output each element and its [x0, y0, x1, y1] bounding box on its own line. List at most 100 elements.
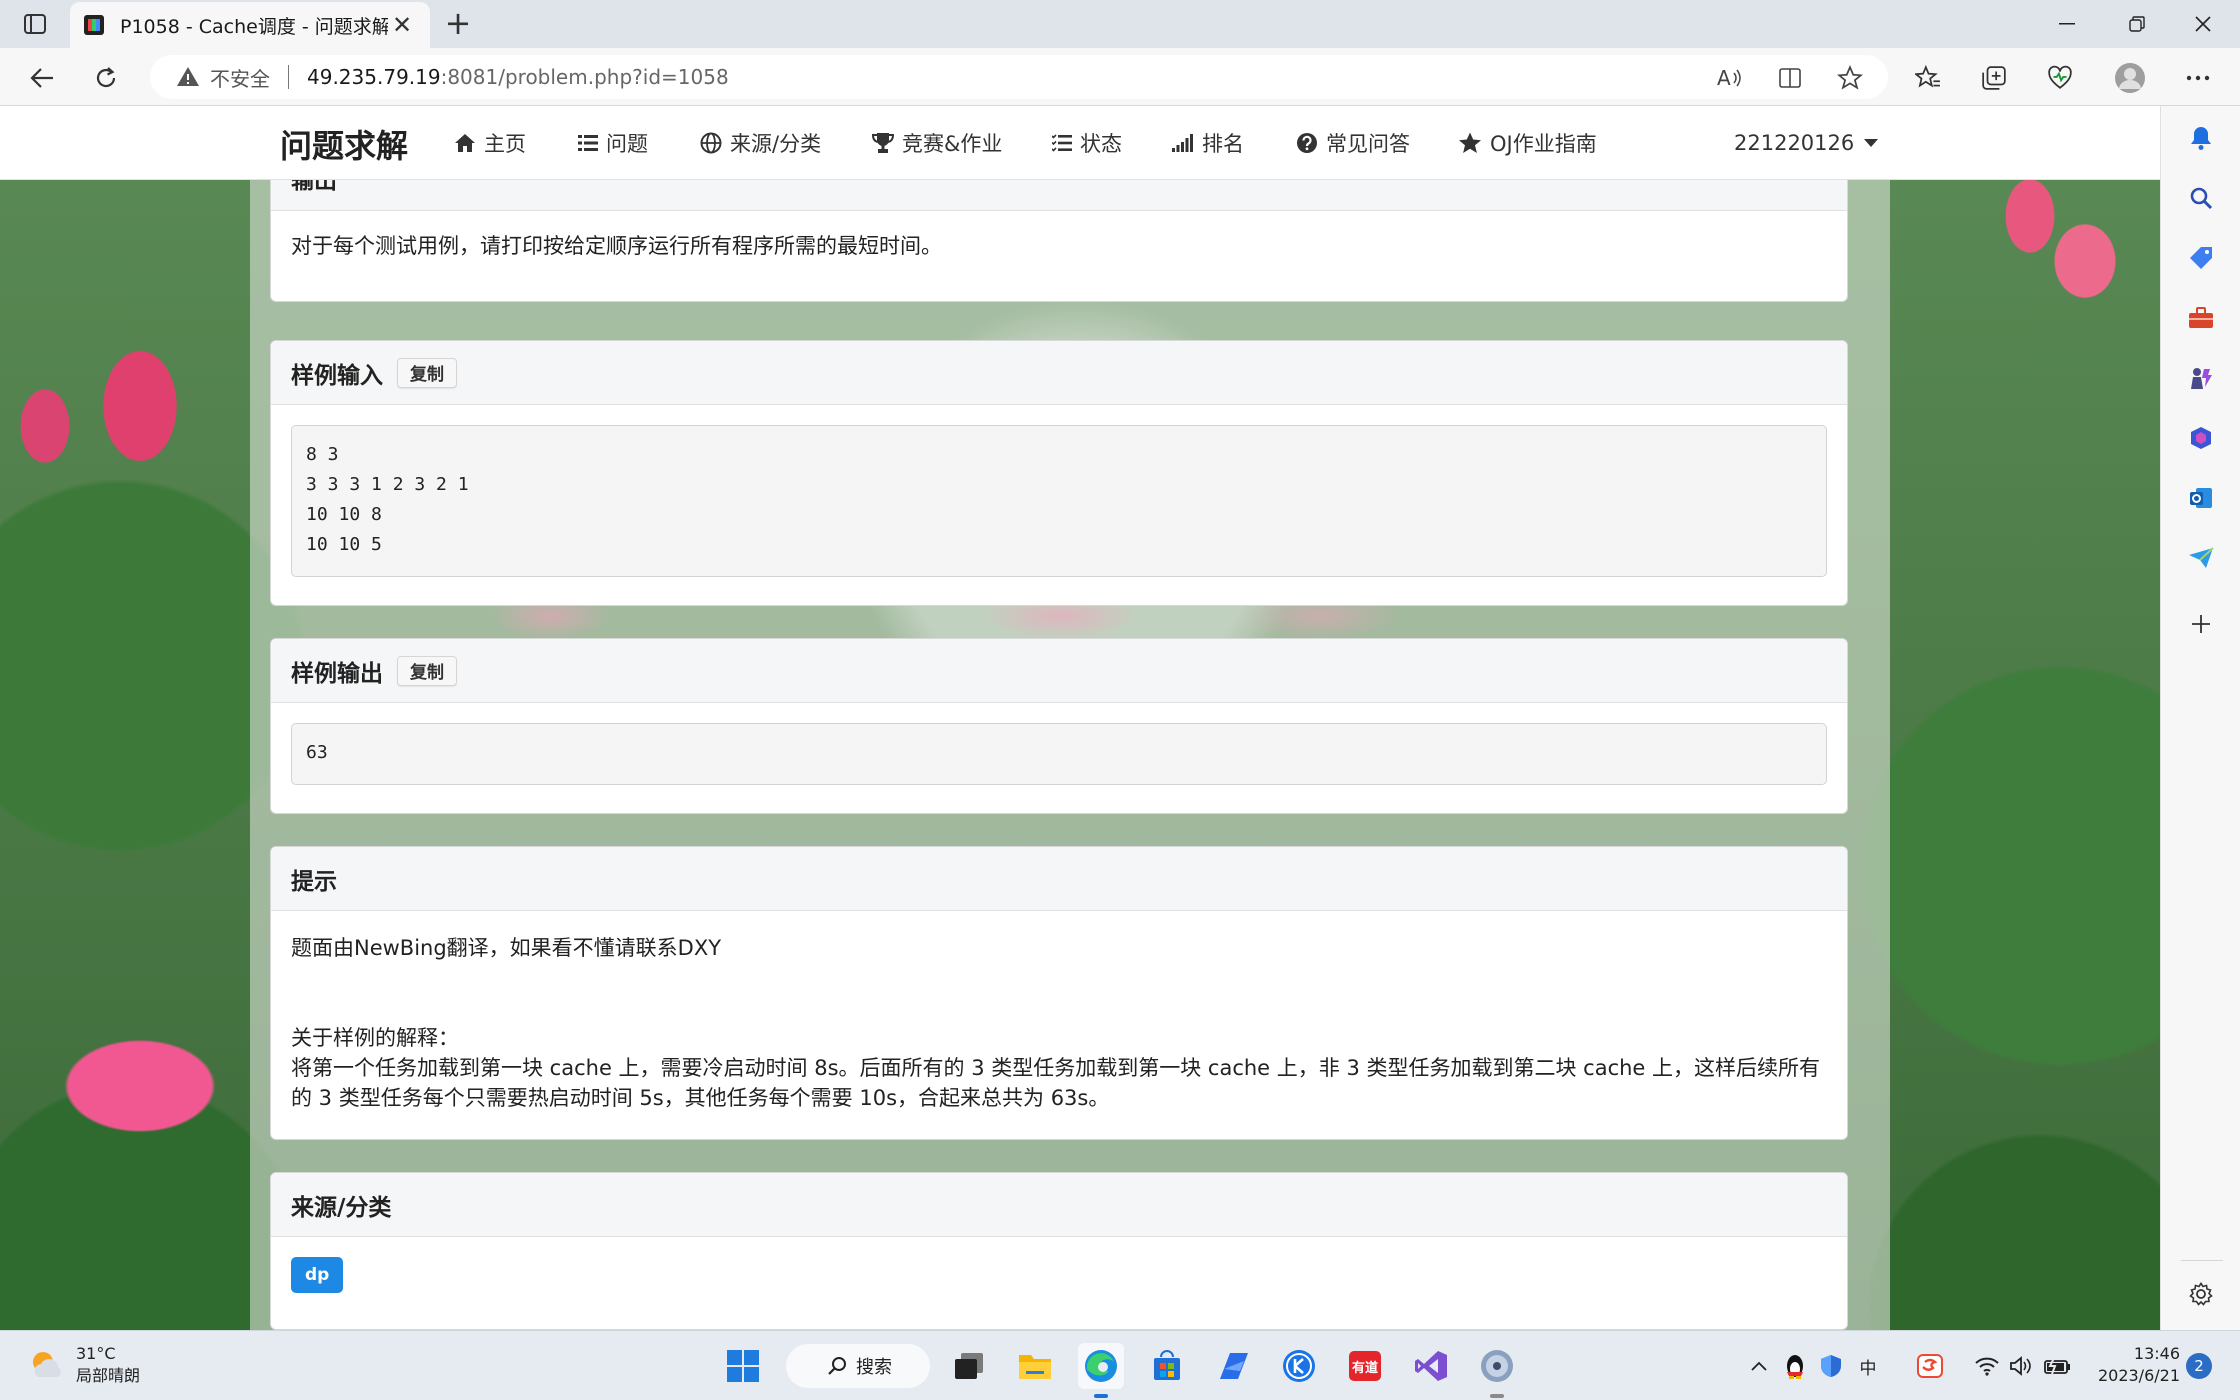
star-icon: [1459, 132, 1481, 153]
add-sidebar-app-icon[interactable]: [2181, 604, 2221, 644]
weather-temperature: 31°C: [76, 1344, 116, 1363]
tab-actions-icon[interactable]: [20, 9, 50, 39]
nav-problems[interactable]: 问题: [578, 128, 648, 158]
weather-widget[interactable]: 31°C 局部晴朗: [26, 1343, 140, 1387]
sample-input-line: 3 3 3 1 2 3 2 1: [306, 474, 469, 495]
address-bar[interactable]: 不安全 49.235.79.19:8081/problem.php?id=105…: [150, 55, 1888, 99]
hint-card: 提示 题面由NewBing翻译，如果看不懂请联系DXY 关于样例的解释： 将第一…: [270, 846, 1848, 1140]
edge-browser-icon[interactable]: [1078, 1343, 1124, 1389]
search-label: 搜索: [856, 1357, 892, 1378]
start-windows-icon[interactable]: [720, 1343, 766, 1389]
caret-down-icon: [1864, 139, 1879, 147]
search-icon: [828, 1357, 846, 1375]
profile-avatar-icon[interactable]: [2110, 58, 2150, 98]
collections-icon[interactable]: [1974, 58, 2014, 98]
nav-source-category-label: 来源/分类: [730, 132, 822, 156]
favorite-star-icon[interactable]: [1830, 58, 1870, 98]
nav-status-label: 状态: [1080, 132, 1122, 156]
partly-sunny-icon: [33, 1352, 61, 1377]
nav-home-label: 主页: [484, 132, 526, 156]
nav-oj-guide-label: OJ作业指南: [1490, 132, 1597, 156]
sample-input-line: 8 3: [306, 444, 339, 465]
windows-taskbar: 31°C 局部晴朗 搜索 有道 中 13:46 2023/6/21 2: [0, 1330, 2240, 1400]
globe-icon: [700, 132, 722, 154]
sample-input-line: 10 10 5: [306, 534, 382, 555]
outlook-icon[interactable]: [2181, 478, 2221, 518]
security-shield-icon[interactable]: [1818, 1353, 1844, 1379]
favorites-list-icon[interactable]: [1908, 58, 1948, 98]
not-secure-label[interactable]: 不安全: [210, 63, 270, 92]
sample-input-title: 样例输入: [291, 362, 383, 389]
category-tag-button[interactable]: dp: [291, 1257, 344, 1293]
new-tab-icon[interactable]: +: [440, 6, 476, 42]
site-brand[interactable]: 问题求解: [280, 121, 408, 167]
qq-penguin-icon[interactable]: [1782, 1353, 1808, 1379]
sample-output-card: 样例输出 复制 63: [270, 638, 1848, 814]
sample-input-block[interactable]: 8 3 3 3 3 1 2 3 2 1 10 10 8 10 10 5: [291, 425, 1827, 577]
close-window-icon[interactable]: [2170, 0, 2236, 48]
nav-ranking[interactable]: 排名: [1172, 128, 1244, 158]
youdao-dictionary-icon[interactable]: 有道: [1342, 1343, 1388, 1389]
visual-studio-icon[interactable]: [1408, 1343, 1454, 1389]
hint-title: 提示: [291, 868, 337, 895]
games-chess-icon[interactable]: [2181, 358, 2221, 398]
page-viewport[interactable]: 问题求解 主页 问题 来源/分类 竞赛&作业 状态 排名 常见问答 OJ作业指南…: [0, 106, 2160, 1330]
show-hidden-icons-chevron-icon[interactable]: [1748, 1353, 1770, 1379]
browser-essentials-icon[interactable]: [2040, 58, 2080, 98]
taskbar-search-box[interactable]: 搜索: [786, 1344, 930, 1388]
system-clock[interactable]: 13:46 2023/6/21: [2080, 1343, 2180, 1387]
hint-explanation-heading: 关于样例的解释：: [291, 1026, 459, 1050]
user-dropdown[interactable]: 221220126: [1734, 128, 1879, 158]
nav-source-category[interactable]: 来源/分类: [700, 128, 821, 158]
read-aloud-icon[interactable]: A: [1710, 58, 1750, 98]
nav-oj-guide[interactable]: OJ作业指南: [1458, 128, 1597, 158]
app-running-indicator: [1490, 1394, 1504, 1398]
close-tab-icon[interactable]: ✕: [388, 11, 416, 39]
svg-text:A: A: [1717, 67, 1731, 89]
notification-bell-icon[interactable]: [2181, 118, 2221, 158]
hint-explanation-text: 将第一个任务加载到第一块 cache 上，需要冷启动时间 8s。后面所有的 3 …: [291, 1056, 1821, 1110]
refresh-icon[interactable]: [86, 58, 126, 98]
feishu-app-icon[interactable]: [1210, 1343, 1256, 1389]
file-explorer-icon[interactable]: [1012, 1343, 1058, 1389]
microsoft-365-icon[interactable]: [2181, 418, 2221, 458]
url-host: 49.235.79.19: [307, 65, 441, 89]
battery-icon[interactable]: [2042, 1353, 2074, 1379]
disc-player-icon[interactable]: [1474, 1343, 1520, 1389]
nav-faq[interactable]: 常见问答: [1296, 128, 1410, 158]
shopping-tag-icon[interactable]: [2181, 238, 2221, 278]
browser-toolbar: 不安全 49.235.79.19:8081/problem.php?id=105…: [0, 48, 2240, 106]
wps-office-icon[interactable]: [1916, 1353, 1944, 1379]
wifi-icon[interactable]: [1972, 1353, 2002, 1379]
notification-count-badge[interactable]: 2: [2186, 1353, 2212, 1379]
split-screen-icon[interactable]: [1770, 58, 1810, 98]
task-view-icon[interactable]: [946, 1343, 992, 1389]
home-icon: [455, 134, 475, 152]
clock-date: 2023/6/21: [2097, 1366, 2180, 1385]
copy-sample-input-button[interactable]: 复制: [397, 357, 457, 388]
nav-home[interactable]: 主页: [454, 128, 526, 158]
kugou-k-icon[interactable]: [1276, 1343, 1322, 1389]
microsoft-store-icon[interactable]: [1144, 1343, 1190, 1389]
sample-input-card: 样例输入 复制 8 3 3 3 3 1 2 3 2 1 10 10 8 10 10 5: [270, 340, 1848, 606]
nav-contests[interactable]: 竞赛&作业: [872, 128, 1002, 158]
nav-problems-label: 问题: [606, 132, 648, 156]
volume-speaker-icon[interactable]: [2006, 1353, 2036, 1379]
copy-sample-output-button[interactable]: 复制: [397, 655, 457, 686]
sidebar-search-icon[interactable]: [2181, 178, 2221, 218]
minimize-icon[interactable]: [2034, 0, 2100, 48]
warning-icon[interactable]: [176, 65, 200, 89]
ime-chinese-indicator[interactable]: 中: [1856, 1353, 1880, 1379]
browser-title-bar: P1058 - Cache调度 - 问题求解 ✕ +: [0, 0, 2240, 48]
nav-ranking-label: 排名: [1202, 132, 1244, 156]
sample-output-block[interactable]: 63: [291, 723, 1827, 785]
nav-status[interactable]: 状态: [1052, 128, 1122, 158]
more-menu-icon[interactable]: [2178, 58, 2218, 98]
browser-tab-active[interactable]: P1058 - Cache调度 - 问题求解 ✕: [70, 2, 430, 48]
sidebar-settings-gear-icon[interactable]: [2181, 1274, 2221, 1314]
restore-icon[interactable]: [2104, 0, 2170, 48]
site-navbar: 问题求解 主页 问题 来源/分类 竞赛&作业 状态 排名 常见问答 OJ作业指南…: [0, 106, 2160, 180]
send-paper-plane-icon[interactable]: [2181, 538, 2221, 578]
back-arrow-icon[interactable]: [22, 58, 62, 98]
tools-toolbox-icon[interactable]: [2181, 298, 2221, 338]
